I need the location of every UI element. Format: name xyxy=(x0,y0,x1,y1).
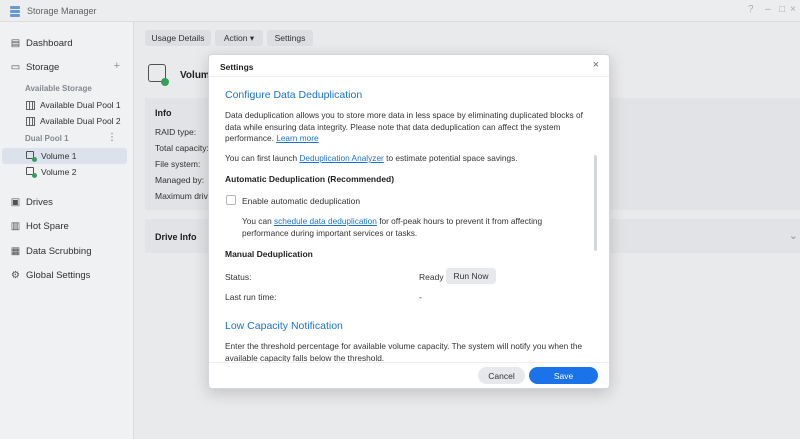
schedule-dedup-link[interactable]: schedule data deduplication xyxy=(274,216,377,226)
save-button[interactable]: Save xyxy=(529,367,598,384)
close-icon[interactable]: × xyxy=(593,59,599,71)
run-now-button[interactable]: Run Now xyxy=(446,268,496,284)
dedup-section-title: Configure Data Deduplication xyxy=(225,89,363,101)
settings-dialog: Settings × Configure Data Deduplication … xyxy=(208,54,610,389)
dialog-body[interactable]: Configure Data Deduplication Data dedupl… xyxy=(209,77,609,362)
status-value: Ready xyxy=(419,272,444,282)
deduplication-analyzer-link[interactable]: Deduplication Analyzer xyxy=(299,153,383,163)
analyzer-line: You can first launch Deduplication Analy… xyxy=(225,153,600,165)
dialog-title: Settings xyxy=(220,62,254,72)
analyzer-post-text: to estimate potential space savings. xyxy=(386,153,518,163)
low-capacity-description: Enter the threshold percentage for avail… xyxy=(225,341,583,362)
learn-more-link[interactable]: Learn more xyxy=(276,133,318,143)
auto-dedup-title: Automatic Deduplication (Recommended) xyxy=(225,174,395,184)
enable-auto-dedup-label[interactable]: Enable automatic deduplication xyxy=(242,196,360,206)
dedup-description: Data deduplication allows you to store m… xyxy=(225,110,600,145)
last-run-value: - xyxy=(419,292,422,302)
enable-auto-dedup-checkbox[interactable] xyxy=(226,195,236,205)
cancel-button[interactable]: Cancel xyxy=(478,367,525,384)
low-capacity-section-title: Low Capacity Notification xyxy=(225,320,343,332)
schedule-line: You can schedule data deduplication for … xyxy=(242,216,587,239)
dialog-scrollbar[interactable] xyxy=(594,155,597,251)
status-label: Status: xyxy=(225,272,252,282)
dialog-footer: Cancel Save xyxy=(209,362,609,388)
schedule-pre-text: You can xyxy=(242,216,272,226)
last-run-label: Last run time: xyxy=(225,292,277,302)
dialog-header: Settings × xyxy=(209,55,609,77)
manual-dedup-title: Manual Deduplication xyxy=(225,249,313,259)
analyzer-pre-text: You can first launch xyxy=(225,153,298,163)
